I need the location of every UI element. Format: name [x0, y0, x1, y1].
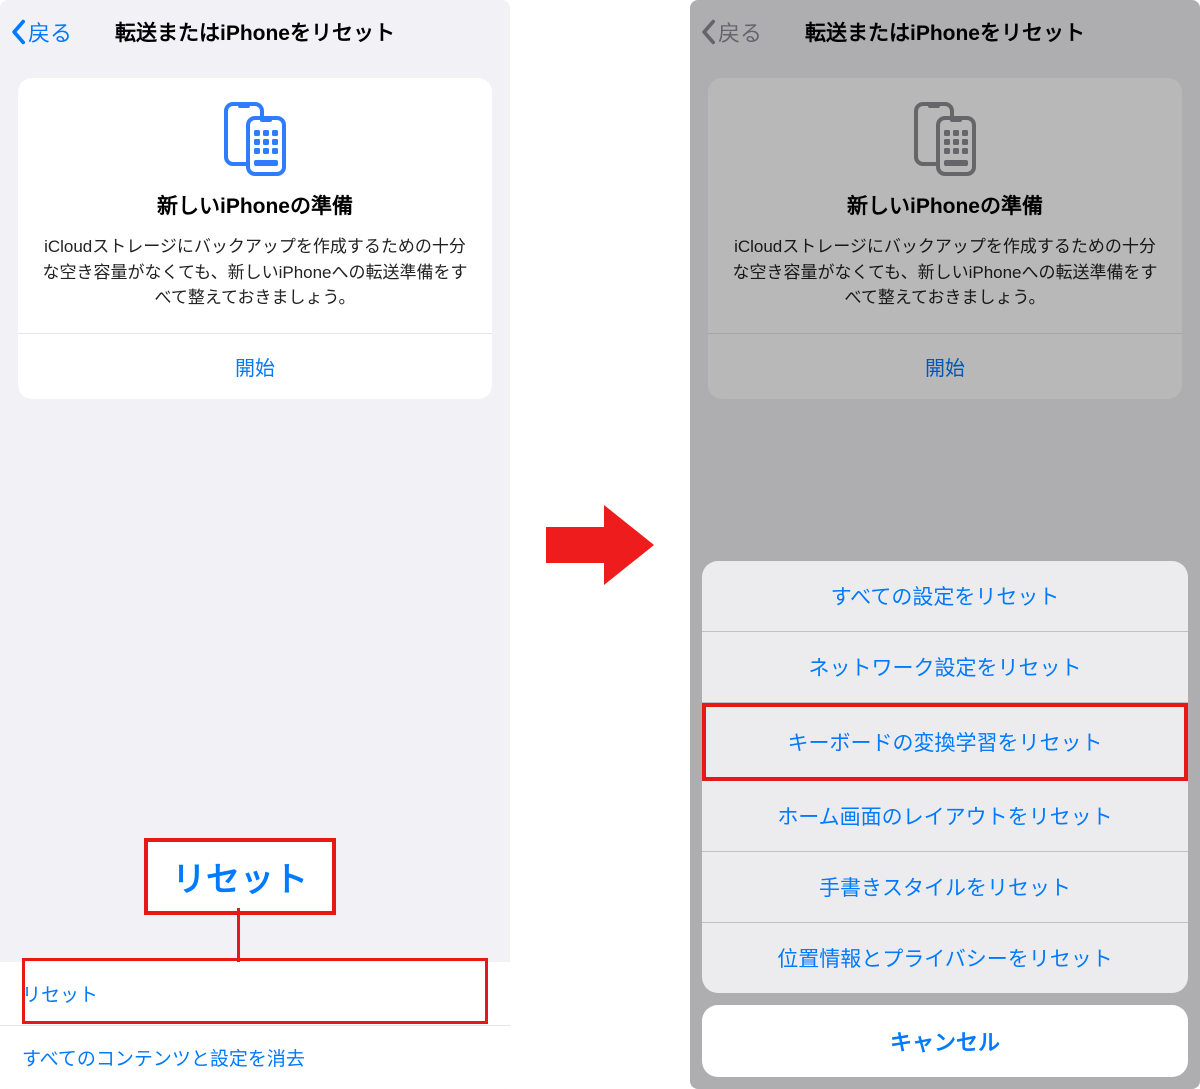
- card-heading: 新しいiPhoneの準備: [708, 190, 1182, 220]
- prepare-card: 新しいiPhoneの準備 iCloudストレージにバックアップを作成するための十…: [708, 78, 1182, 399]
- card-description: iCloudストレージにバックアップを作成するための十分な空き容量がなくても、新…: [18, 234, 492, 333]
- row-erase-all[interactable]: すべてのコンテンツと設定を消去: [0, 1026, 510, 1089]
- sheet-reset-home-layout[interactable]: ホーム画面のレイアウトをリセット: [702, 781, 1188, 852]
- annotation-connector: [237, 908, 240, 962]
- devices-icon: [708, 100, 1182, 178]
- card-heading: 新しいiPhoneの準備: [18, 190, 492, 220]
- action-sheet: すべての設定をリセット ネットワーク設定をリセット キーボードの変換学習をリセッ…: [702, 561, 1188, 1077]
- sheet-reset-all-settings[interactable]: すべての設定をリセット: [702, 561, 1188, 632]
- row-reset[interactable]: リセット: [0, 962, 510, 1026]
- navbar: 戻る 転送またはiPhoneをリセット: [690, 0, 1200, 64]
- sheet-reset-handwriting[interactable]: 手書きスタイルをリセット: [702, 852, 1188, 923]
- sheet-reset-network[interactable]: ネットワーク設定をリセット: [702, 632, 1188, 703]
- bottom-list: リセット すべてのコンテンツと設定を消去: [0, 962, 510, 1089]
- sheet-reset-location-privacy[interactable]: 位置情報とプライバシーをリセット: [702, 923, 1188, 993]
- arrow-between: [510, 0, 690, 1089]
- sheet-group: すべての設定をリセット ネットワーク設定をリセット キーボードの変換学習をリセッ…: [702, 561, 1188, 993]
- left-screen: 戻る 転送またはiPhoneをリセット 新しいiPhoneの準備 iCloudス…: [0, 0, 510, 1089]
- navbar: 戻る 転送またはiPhoneをリセット: [0, 0, 510, 64]
- right-screen: 戻る 転送またはiPhoneをリセット 新しいiPhoneの準備 iCloudス…: [690, 0, 1200, 1089]
- sheet-reset-keyboard-dictionary[interactable]: キーボードの変換学習をリセット: [702, 703, 1188, 781]
- arrow-right-icon: [540, 497, 660, 593]
- page-title: 転送またはiPhoneをリセット: [690, 17, 1200, 47]
- start-button[interactable]: 開始: [18, 333, 492, 399]
- devices-icon: [18, 100, 492, 178]
- prepare-card: 新しいiPhoneの準備 iCloudストレージにバックアップを作成するための十…: [18, 78, 492, 399]
- annotation-label-reset: リセット: [144, 838, 336, 915]
- sheet-cancel-button[interactable]: キャンセル: [702, 1005, 1188, 1077]
- page-title: 転送またはiPhoneをリセット: [0, 17, 510, 47]
- card-description: iCloudストレージにバックアップを作成するための十分な空き容量がなくても、新…: [708, 234, 1182, 333]
- start-button[interactable]: 開始: [708, 333, 1182, 399]
